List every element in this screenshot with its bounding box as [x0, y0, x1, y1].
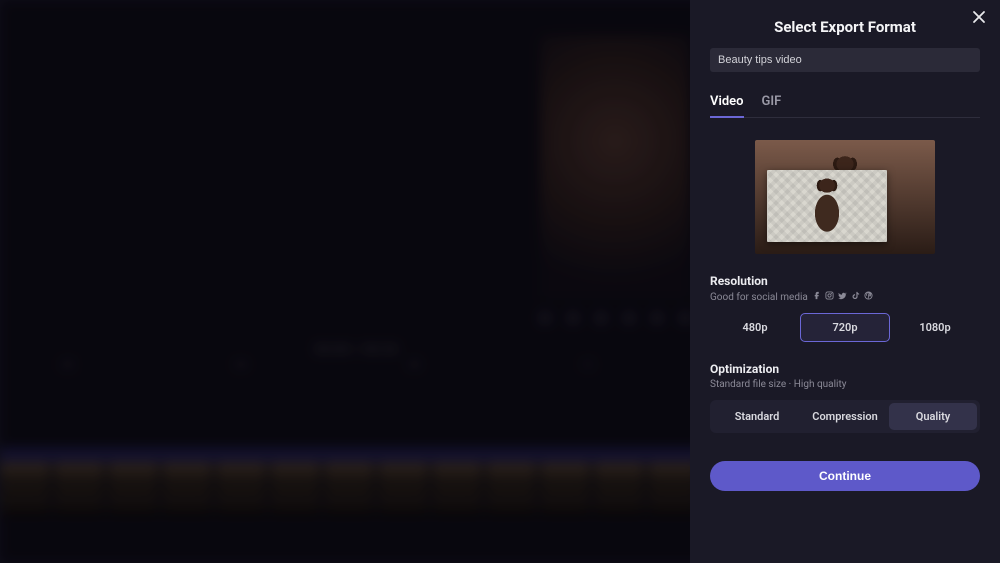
- twitter-icon: [838, 291, 847, 303]
- continue-button[interactable]: Continue: [710, 461, 980, 491]
- close-icon: [972, 13, 986, 27]
- resolution-sub-text: Good for social media: [710, 292, 808, 303]
- close-button[interactable]: [970, 10, 988, 28]
- preview-inset: [767, 170, 887, 242]
- tab-video[interactable]: Video: [710, 94, 744, 117]
- optimization-section: Optimization Standard file size · High q…: [710, 362, 980, 433]
- optimization-compression[interactable]: Compression: [801, 403, 889, 430]
- optimization-heading: Optimization: [710, 362, 980, 376]
- pinterest-icon: [864, 291, 873, 303]
- optimization-sub-text: Standard file size · High quality: [710, 379, 846, 390]
- instagram-icon: [825, 291, 834, 303]
- resolution-1080p[interactable]: 1080p: [890, 313, 980, 342]
- preview-dog-fg: [806, 176, 848, 236]
- resolution-heading: Resolution: [710, 274, 980, 288]
- social-icons: [812, 291, 873, 303]
- filename-input[interactable]: [710, 48, 980, 72]
- tab-gif[interactable]: GIF: [762, 94, 782, 117]
- optimization-standard[interactable]: Standard: [713, 403, 801, 430]
- resolution-options: 480p 720p 1080p: [710, 313, 980, 342]
- optimization-quality[interactable]: Quality: [889, 403, 977, 430]
- resolution-480p[interactable]: 480p: [710, 313, 800, 342]
- resolution-720p[interactable]: 720p: [800, 313, 890, 342]
- facebook-icon: [812, 291, 821, 303]
- resolution-section: Resolution Good for social media 480p 72…: [710, 274, 980, 342]
- export-panel: Select Export Format Video GIF Resolutio…: [690, 0, 1000, 563]
- format-tabs: Video GIF: [710, 94, 980, 118]
- optimization-options: Standard Compression Quality: [710, 400, 980, 433]
- panel-title: Select Export Format: [710, 18, 980, 36]
- panel-header: Select Export Format: [710, 0, 980, 36]
- tiktok-icon: [851, 291, 860, 303]
- export-preview: [755, 140, 935, 254]
- optimization-sub: Standard file size · High quality: [710, 379, 980, 390]
- resolution-sub: Good for social media: [710, 291, 980, 303]
